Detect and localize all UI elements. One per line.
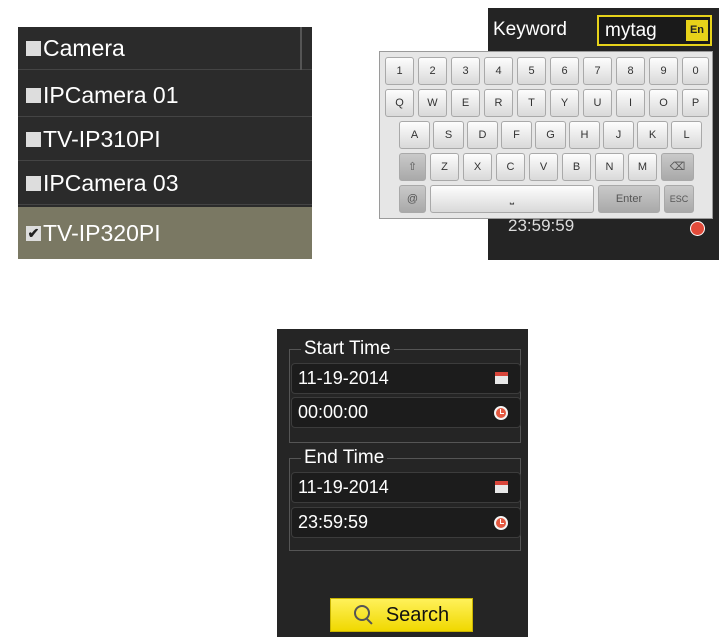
camera-checkbox[interactable]: [26, 87, 41, 103]
calendar-icon[interactable]: [495, 481, 508, 493]
key[interactable]: 4: [484, 57, 513, 85]
camera-header-label: Camera: [43, 34, 125, 61]
key[interactable]: 5: [517, 57, 546, 85]
calendar-icon[interactable]: [495, 372, 508, 384]
key[interactable]: B: [562, 153, 591, 181]
start-time-value: 00:00:00: [298, 402, 369, 422]
camera-item[interactable]: TV-IP310PI: [18, 118, 312, 161]
key[interactable]: N: [595, 153, 624, 181]
esc-key[interactable]: ESC: [664, 185, 694, 213]
key[interactable]: F: [501, 121, 532, 149]
key[interactable]: Z: [430, 153, 459, 181]
symbol-toggle-key[interactable]: @: [399, 185, 426, 213]
key[interactable]: W: [418, 89, 447, 117]
key[interactable]: S: [433, 121, 464, 149]
camera-list-header[interactable]: Camera: [18, 27, 312, 70]
camera-item[interactable]: IPCamera 01: [18, 74, 312, 117]
shift-key[interactable]: ⇧: [399, 153, 426, 181]
start-time-title: Start Time: [301, 338, 394, 360]
key[interactable]: J: [603, 121, 634, 149]
time-search-panel: Start Time 11-19-2014 00:00:00 End Time …: [277, 329, 528, 637]
keyword-value: mytag: [605, 20, 657, 41]
key[interactable]: 3: [451, 57, 480, 85]
key[interactable]: M: [628, 153, 657, 181]
camera-label: TV-IP310PI: [43, 125, 161, 152]
end-date-value: 11-19-2014: [298, 477, 389, 497]
key[interactable]: 1: [385, 57, 414, 85]
camera-item-selected[interactable]: ✔ TV-IP320PI: [18, 207, 312, 259]
key[interactable]: T: [517, 89, 546, 117]
key[interactable]: 0: [682, 57, 709, 85]
background-time-value: 23:59:59: [508, 216, 575, 235]
camera-label: IPCamera 01: [43, 81, 179, 108]
language-toggle[interactable]: En: [686, 20, 708, 41]
column-divider: [300, 27, 302, 70]
space-key[interactable]: ⎵: [430, 185, 594, 213]
search-button[interactable]: Search: [330, 598, 473, 632]
backspace-key[interactable]: ⌫: [661, 153, 694, 181]
start-date-field[interactable]: 11-19-2014: [291, 363, 521, 394]
key[interactable]: P: [682, 89, 709, 117]
keyword-label: Keyword: [493, 19, 567, 40]
key[interactable]: 9: [649, 57, 678, 85]
start-date-value: 11-19-2014: [298, 368, 389, 388]
key[interactable]: 7: [583, 57, 612, 85]
key[interactable]: 6: [550, 57, 579, 85]
key[interactable]: G: [535, 121, 566, 149]
key[interactable]: E: [451, 89, 480, 117]
key[interactable]: R: [484, 89, 513, 117]
end-time-title: End Time: [301, 447, 388, 469]
key[interactable]: 8: [616, 57, 645, 85]
enter-key[interactable]: Enter: [598, 185, 660, 213]
key[interactable]: Q: [385, 89, 414, 117]
end-date-field[interactable]: 11-19-2014: [291, 472, 521, 503]
key[interactable]: A: [399, 121, 430, 149]
camera-checkbox[interactable]: [26, 175, 41, 191]
camera-item[interactable]: IPCamera 03: [18, 162, 312, 205]
key[interactable]: V: [529, 153, 558, 181]
search-icon: [353, 605, 370, 621]
key[interactable]: C: [496, 153, 525, 181]
end-time-value: 23:59:59: [298, 512, 369, 532]
key[interactable]: L: [671, 121, 702, 149]
camera-label: TV-IP320PI: [43, 219, 161, 246]
end-time-field[interactable]: 23:59:59: [291, 507, 521, 538]
select-all-checkbox[interactable]: [26, 40, 41, 56]
camera-checkbox-checked[interactable]: ✔: [26, 225, 41, 241]
start-time-field[interactable]: 00:00:00: [291, 397, 521, 428]
key[interactable]: O: [649, 89, 678, 117]
key[interactable]: 2: [418, 57, 447, 85]
camera-checkbox[interactable]: [26, 131, 41, 147]
key[interactable]: D: [467, 121, 498, 149]
clock-icon[interactable]: [494, 406, 508, 420]
keyword-input[interactable]: mytag En: [597, 15, 712, 46]
search-label: Search: [385, 603, 450, 626]
clock-icon[interactable]: [494, 516, 508, 530]
key[interactable]: H: [569, 121, 600, 149]
key[interactable]: I: [616, 89, 645, 117]
camera-label: IPCamera 03: [43, 169, 179, 196]
onscreen-keyboard: 1 2 3 4 5 6 7 8 9 0 Q W E R T Y U I O P …: [379, 51, 713, 219]
key[interactable]: Y: [550, 89, 579, 117]
camera-list: Camera IPCamera 01 TV-IP310PI IPCamera 0…: [18, 27, 312, 259]
key[interactable]: U: [583, 89, 612, 117]
key[interactable]: K: [637, 121, 668, 149]
key[interactable]: X: [463, 153, 492, 181]
clock-icon: [690, 221, 705, 236]
